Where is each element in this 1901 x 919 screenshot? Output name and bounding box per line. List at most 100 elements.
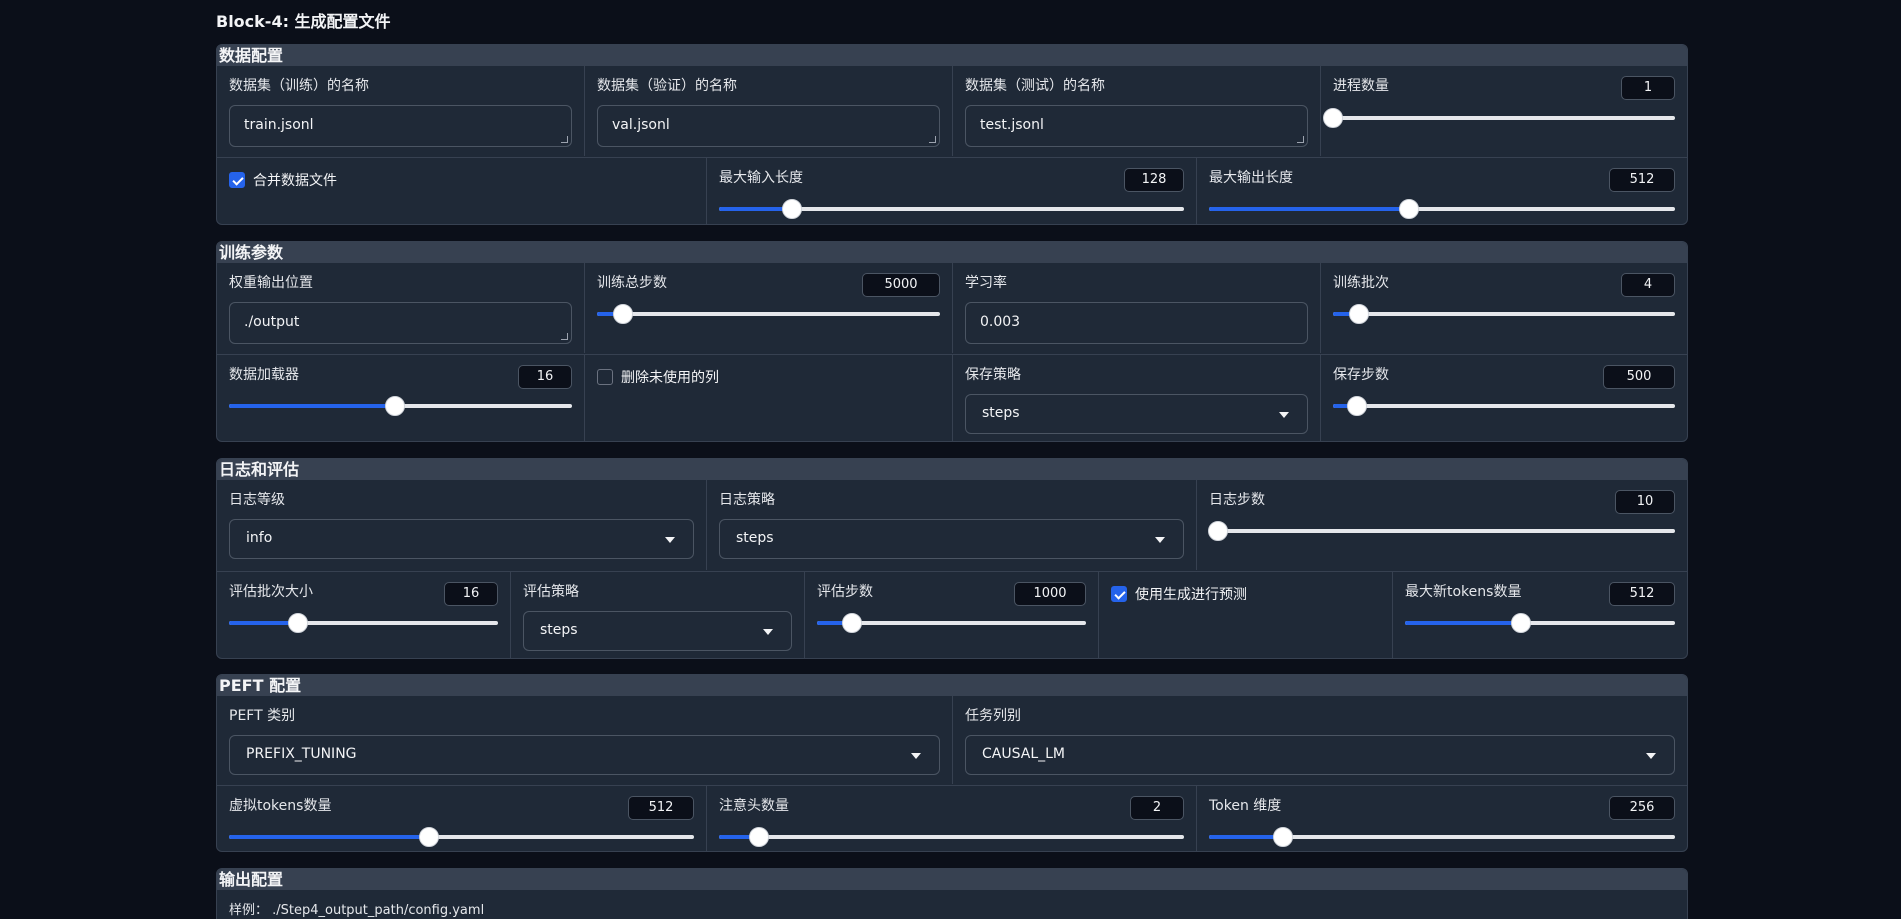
max-new-tokens-slider[interactable] bbox=[1405, 613, 1675, 633]
field-label: 数据集（训练）的名称 bbox=[229, 78, 369, 94]
slider-thumb[interactable] bbox=[1208, 521, 1229, 541]
token-dim-number-input[interactable]: 256 bbox=[1609, 796, 1675, 820]
save-steps-number-input[interactable]: 500 bbox=[1603, 365, 1675, 389]
slider-thumb[interactable] bbox=[1272, 827, 1293, 847]
field-label: 数据集（测试）的名称 bbox=[965, 78, 1105, 94]
field-label: 日志策略 bbox=[719, 492, 775, 508]
slider-thumb[interactable] bbox=[612, 304, 633, 324]
checkbox-label: 合并数据文件 bbox=[253, 173, 337, 189]
test-dataset-field: 数据集（测试）的名称 test.jsonl bbox=[953, 66, 1321, 156]
predict-with-generate-checkbox[interactable]: 使用生成进行预测 bbox=[1111, 584, 1247, 604]
num-proc-number-input[interactable]: 1 bbox=[1621, 76, 1675, 100]
section-title: 数据配置 bbox=[217, 45, 1687, 66]
field-label: 评估步数 bbox=[817, 584, 873, 600]
field-label: 虚拟tokens数量 bbox=[229, 798, 332, 814]
attention-heads-slider[interactable] bbox=[719, 827, 1184, 847]
data-config-section: 数据配置 数据集（训练）的名称 train.jsonl 数据集（验证）的名称 v… bbox=[216, 44, 1688, 225]
token-dim-field: Token 维度 256 bbox=[1197, 786, 1687, 851]
remove-unused-checkbox[interactable]: 删除未使用的列 bbox=[597, 367, 719, 387]
chevron-down-icon bbox=[763, 629, 773, 635]
token-dim-slider[interactable] bbox=[1209, 827, 1675, 847]
learning-rate-field: 学习率 0.003 bbox=[953, 263, 1321, 353]
eval-batch-size-number-input[interactable]: 16 bbox=[444, 582, 498, 606]
eval-batch-size-slider[interactable] bbox=[229, 613, 498, 633]
slider-thumb[interactable] bbox=[748, 827, 769, 847]
slider-thumb[interactable] bbox=[287, 613, 308, 633]
val-dataset-input[interactable]: val.jsonl bbox=[597, 105, 940, 147]
num-proc-field: 进程数量 1 bbox=[1321, 66, 1687, 156]
train-dataset-input[interactable]: train.jsonl bbox=[229, 105, 572, 147]
max-new-tokens-number-input[interactable]: 512 bbox=[1609, 582, 1675, 606]
section-title: 输出配置 bbox=[217, 869, 1687, 890]
checkbox-label: 删除未使用的列 bbox=[621, 370, 719, 386]
max-steps-slider[interactable] bbox=[597, 304, 940, 324]
slider-thumb[interactable] bbox=[1399, 199, 1420, 219]
virtual-tokens-slider[interactable] bbox=[229, 827, 694, 847]
training-params-section: 训练参数 权重输出位置 ./output 训练总步数 5000 学习率 0.00… bbox=[216, 241, 1688, 442]
learning-rate-input[interactable]: 0.003 bbox=[965, 302, 1308, 344]
output-dir-input[interactable]: ./output bbox=[229, 302, 572, 344]
save-steps-slider[interactable] bbox=[1333, 396, 1675, 416]
checkbox-box[interactable] bbox=[1111, 586, 1127, 602]
dataloader-slider[interactable] bbox=[229, 396, 572, 416]
checkbox-box[interactable] bbox=[597, 369, 613, 385]
max-output-length-slider[interactable] bbox=[1209, 199, 1675, 219]
num-proc-slider[interactable] bbox=[1323, 108, 1675, 128]
field-label: 最大输入长度 bbox=[719, 170, 803, 186]
max-steps-number-input[interactable]: 5000 bbox=[862, 273, 940, 297]
attention-heads-number-input[interactable]: 2 bbox=[1130, 796, 1184, 820]
test-dataset-input[interactable]: test.jsonl bbox=[965, 105, 1308, 147]
predict-with-generate-field: 使用生成进行预测 bbox=[1099, 572, 1393, 658]
attention-heads-field: 注意头数量 2 bbox=[707, 786, 1197, 851]
eval-steps-number-input[interactable]: 1000 bbox=[1014, 582, 1086, 606]
section-title: 训练参数 bbox=[217, 242, 1687, 263]
checkbox-box[interactable] bbox=[229, 172, 245, 188]
max-input-length-slider[interactable] bbox=[719, 199, 1184, 219]
field-label: 数据加载器 bbox=[229, 367, 299, 383]
field-label: 评估策略 bbox=[523, 584, 579, 600]
field-label: 保存策略 bbox=[965, 367, 1021, 383]
batch-size-number-input[interactable]: 4 bbox=[1621, 273, 1675, 297]
slider-thumb[interactable] bbox=[1346, 396, 1367, 416]
max-output-length-number-input[interactable]: 512 bbox=[1609, 168, 1675, 192]
log-level-field: 日志等级 info bbox=[217, 480, 707, 570]
section-title: 日志和评估 bbox=[217, 459, 1687, 480]
batch-size-slider[interactable] bbox=[1333, 304, 1675, 324]
dropdown-value: steps bbox=[982, 405, 1020, 421]
merge-files-checkbox[interactable]: 合并数据文件 bbox=[229, 170, 337, 190]
field-label: 注意头数量 bbox=[719, 798, 789, 814]
merge-files-field: 合并数据文件 bbox=[217, 158, 707, 224]
eval-strategy-dropdown[interactable]: steps bbox=[523, 611, 792, 651]
save-strategy-dropdown[interactable]: steps bbox=[965, 394, 1308, 434]
slider-thumb[interactable] bbox=[418, 827, 439, 847]
save-strategy-field: 保存策略 steps bbox=[953, 355, 1321, 441]
slider-thumb[interactable] bbox=[385, 396, 406, 416]
max-input-length-number-input[interactable]: 128 bbox=[1124, 168, 1184, 192]
field-label: 训练批次 bbox=[1333, 275, 1389, 291]
field-label: 数据集（验证）的名称 bbox=[597, 78, 737, 94]
virtual-tokens-number-input[interactable]: 512 bbox=[628, 796, 694, 820]
log-steps-number-input[interactable]: 10 bbox=[1615, 490, 1675, 514]
eval-steps-slider[interactable] bbox=[817, 613, 1086, 633]
slider-thumb[interactable] bbox=[1348, 304, 1369, 324]
slider-thumb[interactable] bbox=[841, 613, 862, 633]
chevron-down-icon bbox=[1279, 412, 1289, 418]
field-label: 权重输出位置 bbox=[229, 275, 313, 291]
batch-size-field: 训练批次 4 bbox=[1321, 263, 1687, 353]
slider-thumb[interactable] bbox=[1511, 613, 1532, 633]
log-level-dropdown[interactable]: info bbox=[229, 519, 694, 559]
field-label: 最大输出长度 bbox=[1209, 170, 1293, 186]
chevron-down-icon bbox=[1646, 753, 1656, 759]
slider-thumb[interactable] bbox=[1323, 108, 1343, 128]
save-steps-field: 保存步数 500 bbox=[1321, 355, 1687, 441]
output-dir-field: 权重输出位置 ./output bbox=[217, 263, 585, 353]
dataloader-number-input[interactable]: 16 bbox=[518, 365, 572, 389]
slider-thumb[interactable] bbox=[781, 199, 802, 219]
log-strategy-dropdown[interactable]: steps bbox=[719, 519, 1184, 559]
log-strategy-field: 日志策略 steps bbox=[707, 480, 1197, 570]
output-path-example: 样例： ./Step4_output_path/config.yaml bbox=[229, 903, 485, 918]
task-type-dropdown[interactable]: CAUSAL_LM bbox=[965, 735, 1675, 775]
log-steps-slider[interactable] bbox=[1208, 521, 1675, 541]
dropdown-value: CAUSAL_LM bbox=[982, 746, 1066, 762]
peft-type-dropdown[interactable]: PREFIX_TUNING bbox=[229, 735, 940, 775]
